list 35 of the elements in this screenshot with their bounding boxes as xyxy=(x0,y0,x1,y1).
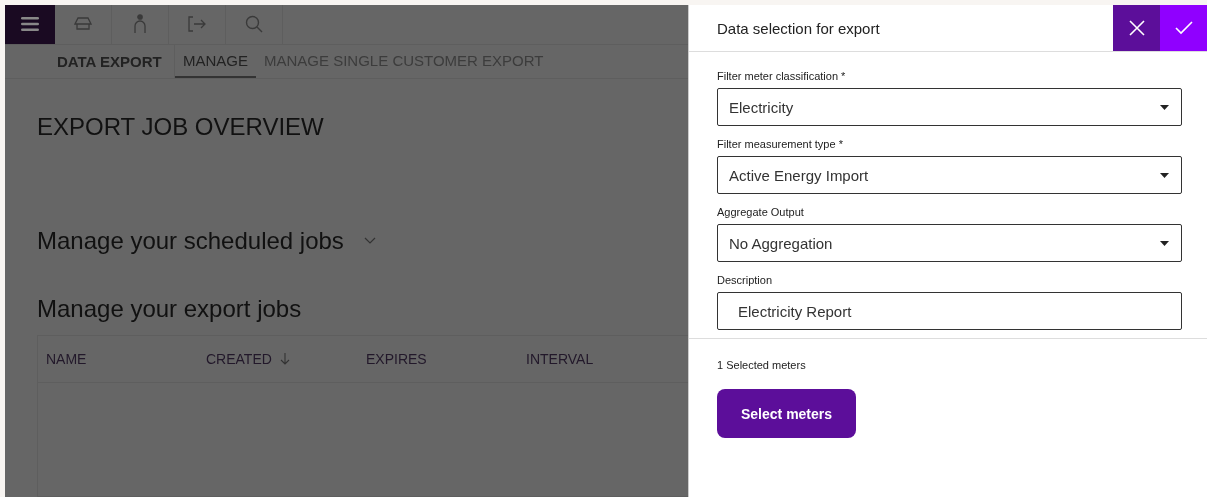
close-button[interactable] xyxy=(1113,5,1160,51)
select-meters-button[interactable]: Select meters xyxy=(717,389,857,438)
chevron-down-icon[interactable] xyxy=(363,237,376,245)
column-header[interactable]: EXPIRES xyxy=(366,351,526,367)
column-header[interactable]: INTERVAL xyxy=(526,351,686,367)
dropdown[interactable]: No Aggregation xyxy=(717,224,1182,262)
selected-count: 1 Selected meters xyxy=(717,359,806,371)
page-title: EXPORT JOB OVERVIEW xyxy=(37,113,325,141)
logout-icon xyxy=(188,16,206,33)
search-icon xyxy=(245,15,263,34)
input-field[interactable]: Electricity Report xyxy=(717,292,1182,330)
caret-icon xyxy=(1160,240,1169,246)
column-header[interactable]: NAME xyxy=(46,351,206,367)
section-title: DATA EXPORT xyxy=(5,44,175,78)
tray-icon xyxy=(74,16,92,33)
menu-button[interactable] xyxy=(5,5,55,44)
sort-down-icon xyxy=(279,353,290,365)
field-label: Filter measurement type * xyxy=(717,138,844,150)
caret-icon xyxy=(1160,172,1169,178)
menu-icon xyxy=(20,16,40,33)
field-label: Aggregate Output xyxy=(717,206,805,218)
tab[interactable]: MANAGE xyxy=(175,44,256,78)
section-heading: Manage your export jobs xyxy=(37,295,303,323)
section-heading: Manage your scheduled jobs xyxy=(37,227,344,255)
close-icon xyxy=(1128,20,1145,36)
dropdown[interactable]: Active Energy Import xyxy=(717,156,1182,194)
panel-title: Data selection for export xyxy=(716,19,881,37)
person-icon xyxy=(133,14,147,35)
column-header[interactable]: CREATED xyxy=(206,351,366,367)
confirm-button[interactable] xyxy=(1160,5,1207,51)
field-label: Filter meter classification * xyxy=(717,70,847,82)
dropdown[interactable]: Electricity xyxy=(717,88,1182,126)
caret-icon xyxy=(1160,104,1169,110)
check-icon xyxy=(1174,21,1193,35)
field-label: Description xyxy=(717,274,774,286)
